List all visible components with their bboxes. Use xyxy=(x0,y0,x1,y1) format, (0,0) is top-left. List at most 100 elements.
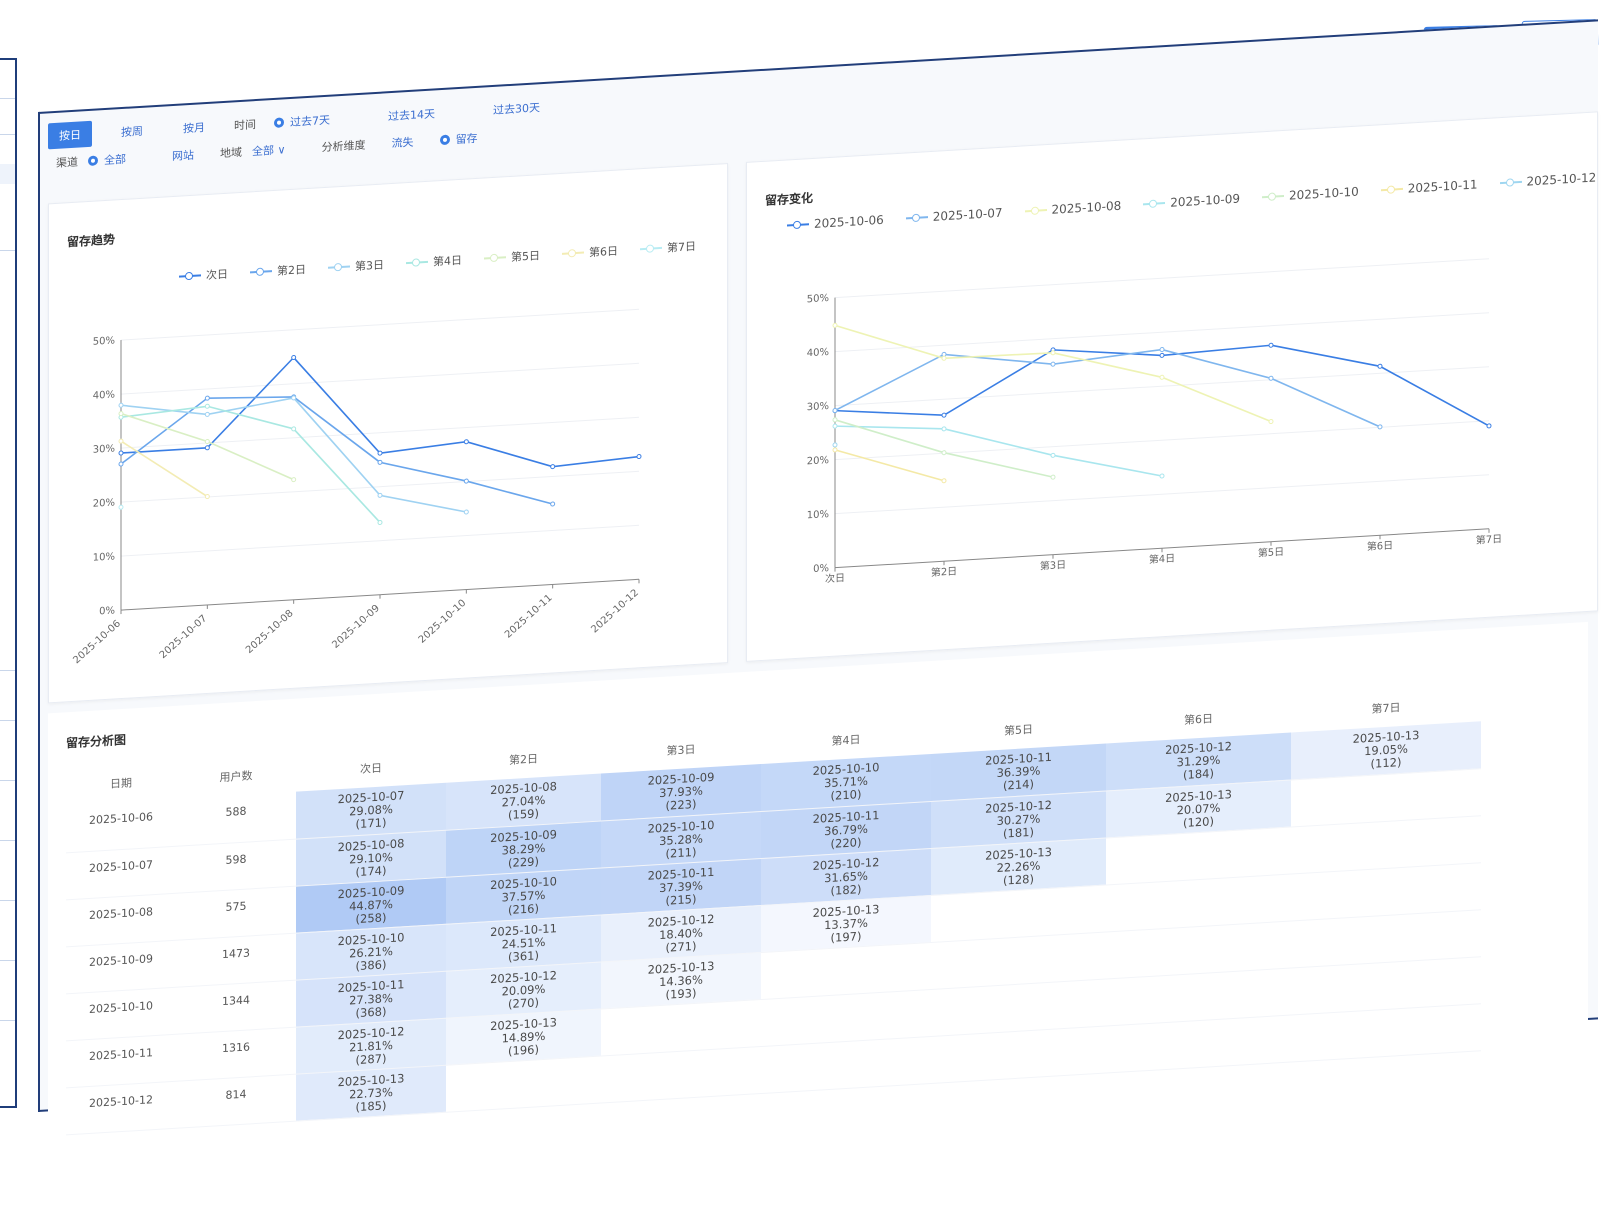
series-line xyxy=(120,356,640,468)
data-point[interactable] xyxy=(1050,452,1056,458)
data-point[interactable] xyxy=(550,464,556,470)
data-point[interactable] xyxy=(941,478,947,484)
data-point[interactable] xyxy=(204,403,210,409)
change-legend-item[interactable]: 2025-10-08 xyxy=(1025,199,1122,219)
trend-legend-item[interactable]: 第2日 xyxy=(250,261,306,280)
gridline xyxy=(121,416,639,449)
trend-legend-item[interactable]: 第3日 xyxy=(328,256,384,275)
data-point[interactable] xyxy=(1377,363,1383,369)
series-line xyxy=(834,344,1490,427)
x-tick-label: 2025-10-07 xyxy=(158,613,210,661)
data-point[interactable] xyxy=(941,450,947,456)
data-point[interactable] xyxy=(832,322,838,328)
row-date: 2025-10-06 xyxy=(66,798,176,853)
site-option[interactable]: 网站 xyxy=(172,147,194,164)
data-point[interactable] xyxy=(1268,375,1274,381)
trend-legend-item[interactable]: 第6日 xyxy=(562,243,618,262)
data-point[interactable] xyxy=(1050,361,1056,367)
data-point[interactable] xyxy=(204,438,210,444)
data-point[interactable] xyxy=(377,450,383,456)
data-point[interactable] xyxy=(463,478,469,484)
channel-option-all[interactable]: 全部 xyxy=(88,151,126,169)
change-legend-label: 2025-10-06 xyxy=(814,212,884,231)
series-line xyxy=(834,348,1381,428)
change-legend-item[interactable]: 2025-10-07 xyxy=(906,206,1003,226)
change-legend-label: 2025-10-07 xyxy=(932,205,1003,224)
dimension-option-retention[interactable]: 留存 xyxy=(439,130,478,148)
data-point[interactable] xyxy=(118,450,124,456)
data-point[interactable] xyxy=(1159,347,1165,353)
data-point[interactable] xyxy=(291,355,297,361)
trend-legend-item[interactable]: 次日 xyxy=(179,266,228,285)
data-point[interactable] xyxy=(118,504,124,510)
data-point[interactable] xyxy=(118,438,124,444)
data-point[interactable] xyxy=(377,492,383,498)
gridline xyxy=(121,524,639,557)
legend-line-icon xyxy=(484,253,506,262)
change-legend-label: 2025-10-08 xyxy=(1051,198,1122,217)
time-option-7d[interactable]: 过去7天 xyxy=(274,112,330,131)
data-point[interactable] xyxy=(291,395,297,401)
retention-cell[interactable]: 2025-10-13 22.73% (185) xyxy=(296,1064,446,1121)
empty-cell xyxy=(1291,1003,1481,1062)
data-point[interactable] xyxy=(1159,352,1165,358)
change-legend-item[interactable]: 2025-10-12 xyxy=(1500,170,1597,190)
tab-by-week[interactable]: 按周 xyxy=(110,117,154,146)
data-point[interactable] xyxy=(832,442,838,448)
data-point[interactable] xyxy=(1268,419,1274,425)
series-line xyxy=(834,449,945,482)
data-point[interactable] xyxy=(1486,423,1492,429)
row-user-count: 575 xyxy=(176,885,296,940)
tab-by-day[interactable]: 按日 xyxy=(48,120,92,150)
x-tick-label: 第5日 xyxy=(1258,545,1284,560)
legend-line-icon xyxy=(1025,206,1047,215)
data-point[interactable] xyxy=(377,459,383,465)
data-point[interactable] xyxy=(550,501,556,507)
data-point[interactable] xyxy=(204,494,210,500)
data-point[interactable] xyxy=(377,519,383,525)
empty-cell xyxy=(931,1025,1106,1083)
data-point[interactable] xyxy=(118,411,124,417)
tab-by-month[interactable]: 按月 xyxy=(172,113,216,142)
data-point[interactable] xyxy=(118,461,124,467)
time-option-30d[interactable]: 过去30天 xyxy=(493,99,540,118)
data-point[interactable] xyxy=(941,412,947,418)
region-select[interactable]: 全部 ∨ xyxy=(252,141,286,159)
data-point[interactable] xyxy=(118,402,124,408)
series-line xyxy=(834,324,1272,423)
data-point[interactable] xyxy=(1377,424,1383,430)
data-point[interactable] xyxy=(832,447,838,453)
data-point[interactable] xyxy=(463,509,469,515)
trend-legend-item[interactable]: 第4日 xyxy=(406,252,462,271)
x-tick-label: 2025-10-12 xyxy=(589,587,641,635)
data-point[interactable] xyxy=(291,477,297,483)
data-point[interactable] xyxy=(832,423,838,429)
time-option-14d[interactable]: 过去14天 xyxy=(388,105,435,124)
change-legend-item[interactable]: 2025-10-10 xyxy=(1262,185,1359,205)
data-point[interactable] xyxy=(204,411,210,417)
data-point[interactable] xyxy=(204,395,210,401)
data-point[interactable] xyxy=(463,439,469,445)
radio-selected-icon xyxy=(274,117,284,128)
trend-legend-item[interactable]: 第5日 xyxy=(484,247,540,266)
change-legend-item[interactable]: 2025-10-06 xyxy=(787,213,884,233)
data-point[interactable] xyxy=(832,417,838,423)
change-legend-item[interactable]: 2025-10-11 xyxy=(1381,177,1478,197)
filter-bar: 按日 按周 按月 时间 过去7天 过去14天 过去30天 渠道 全部 网站 地域 xyxy=(48,94,540,171)
data-point[interactable] xyxy=(832,408,838,414)
data-point[interactable] xyxy=(1159,374,1165,380)
data-point[interactable] xyxy=(941,355,947,361)
data-point[interactable] xyxy=(1050,350,1056,356)
trend-legend-item[interactable]: 第7日 xyxy=(640,238,696,257)
data-point[interactable] xyxy=(291,426,297,432)
y-tick-label: 50% xyxy=(807,293,829,305)
data-point[interactable] xyxy=(1050,474,1056,480)
dimension-option-churn[interactable]: 流失 xyxy=(392,134,414,151)
data-point[interactable] xyxy=(941,426,947,432)
row-user-count: 1473 xyxy=(176,932,296,987)
data-point[interactable] xyxy=(636,454,642,460)
data-point[interactable] xyxy=(1268,342,1274,348)
data-point[interactable] xyxy=(204,445,210,451)
data-point[interactable] xyxy=(1159,473,1165,479)
change-legend-item[interactable]: 2025-10-09 xyxy=(1143,192,1240,212)
